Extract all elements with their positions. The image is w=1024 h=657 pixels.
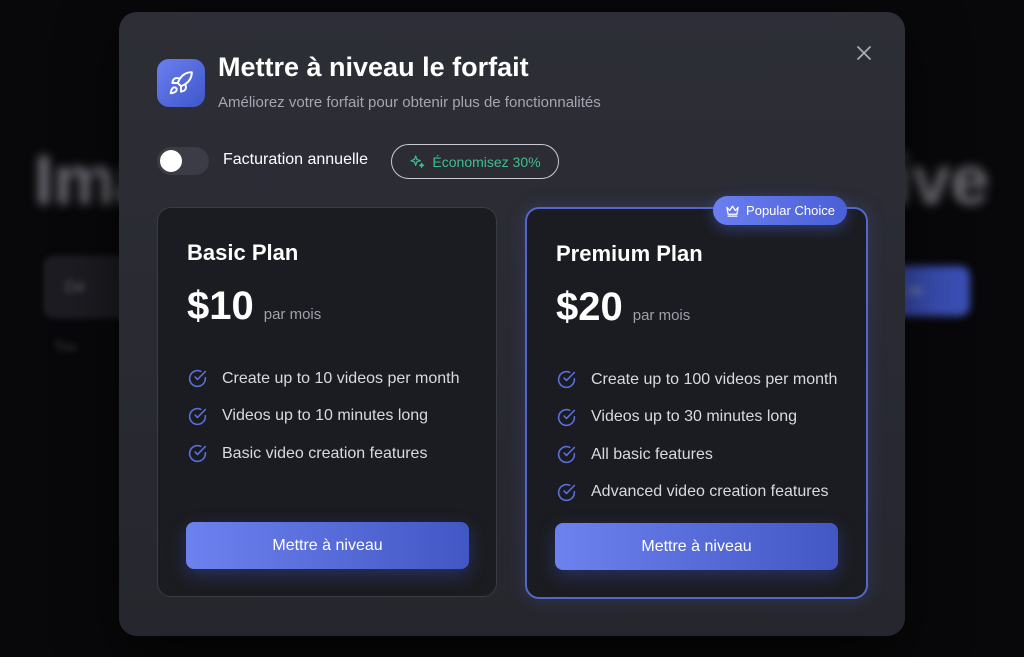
modal-title: Mettre à niveau le forfait — [218, 52, 529, 82]
feature-text: All basic features — [591, 445, 713, 463]
popular-choice-badge: Popular Choice — [713, 196, 847, 225]
plan-period: par mois — [632, 307, 691, 324]
feature-item: Create up to 100 videos per month — [556, 361, 837, 399]
premium-plan-card: Premium Plan $20 par mois Create up to 1… — [525, 207, 868, 599]
feature-list: Create up to 10 videos per month Videos … — [187, 360, 459, 473]
background-title-end: ive — [892, 141, 990, 219]
feature-item: Videos up to 30 minutes long — [556, 399, 837, 437]
close-button[interactable] — [853, 42, 875, 64]
feature-item: Videos up to 10 minutes long — [187, 398, 459, 436]
check-circle-icon — [557, 446, 576, 464]
annual-billing-label: Facturation annuelle — [223, 151, 368, 168]
feature-text: Create up to 100 videos per month — [591, 370, 838, 388]
basic-plan-card: Basic Plan $10 par mois Create up to 10 … — [157, 207, 497, 597]
check-circle-icon — [557, 371, 576, 389]
background-input-text: Dé — [65, 279, 86, 296]
plan-name: Premium Plan — [556, 241, 703, 266]
feature-text: Videos up to 10 minutes long — [222, 407, 429, 425]
basic-upgrade-button[interactable]: Mettre à niveau — [186, 522, 469, 569]
sparkle-icon — [410, 154, 425, 168]
check-circle-icon — [188, 445, 207, 463]
savings-badge-label: Économisez 30% — [432, 153, 541, 170]
savings-badge: Économisez 30% — [391, 144, 559, 179]
background-hint: Tou — [54, 338, 77, 354]
header-icon-tile — [157, 59, 205, 107]
check-circle-icon — [188, 370, 207, 388]
popular-badge-label: Popular Choice — [746, 203, 835, 218]
plan-price: $20 — [556, 285, 623, 329]
feature-item: Basic video creation features — [187, 435, 459, 473]
upgrade-plan-modal: Mettre à niveau le forfait Améliorez vot… — [119, 12, 905, 636]
feature-text: Basic video creation features — [222, 444, 428, 462]
plan-price: $10 — [187, 284, 254, 328]
feature-text: Videos up to 30 minutes long — [591, 408, 798, 426]
check-circle-icon — [557, 408, 576, 426]
price-row: $10 par mois — [187, 284, 321, 329]
feature-item: Advanced video creation features — [556, 474, 837, 512]
modal-subtitle: Améliorez votre forfait pour obtenir plu… — [218, 94, 601, 111]
plan-name: Basic Plan — [187, 240, 299, 265]
toggle-knob — [160, 150, 182, 172]
feature-text: Create up to 10 videos per month — [222, 369, 460, 387]
price-row: $20 par mois — [556, 285, 690, 330]
close-icon — [857, 46, 871, 60]
feature-item: Create up to 10 videos per month — [187, 360, 459, 398]
check-circle-icon — [557, 483, 576, 501]
rocket-icon — [169, 71, 193, 95]
feature-list: Create up to 100 videos per month Videos… — [556, 361, 837, 511]
feature-item: All basic features — [556, 436, 837, 474]
crown-icon — [726, 205, 739, 217]
background-button-label: ra — [908, 282, 922, 299]
premium-upgrade-button[interactable]: Mettre à niveau — [555, 523, 838, 570]
check-circle-icon — [188, 407, 207, 425]
plan-period: par mois — [263, 306, 322, 323]
feature-text: Advanced video creation features — [591, 483, 829, 501]
annual-billing-toggle[interactable] — [157, 147, 209, 175]
